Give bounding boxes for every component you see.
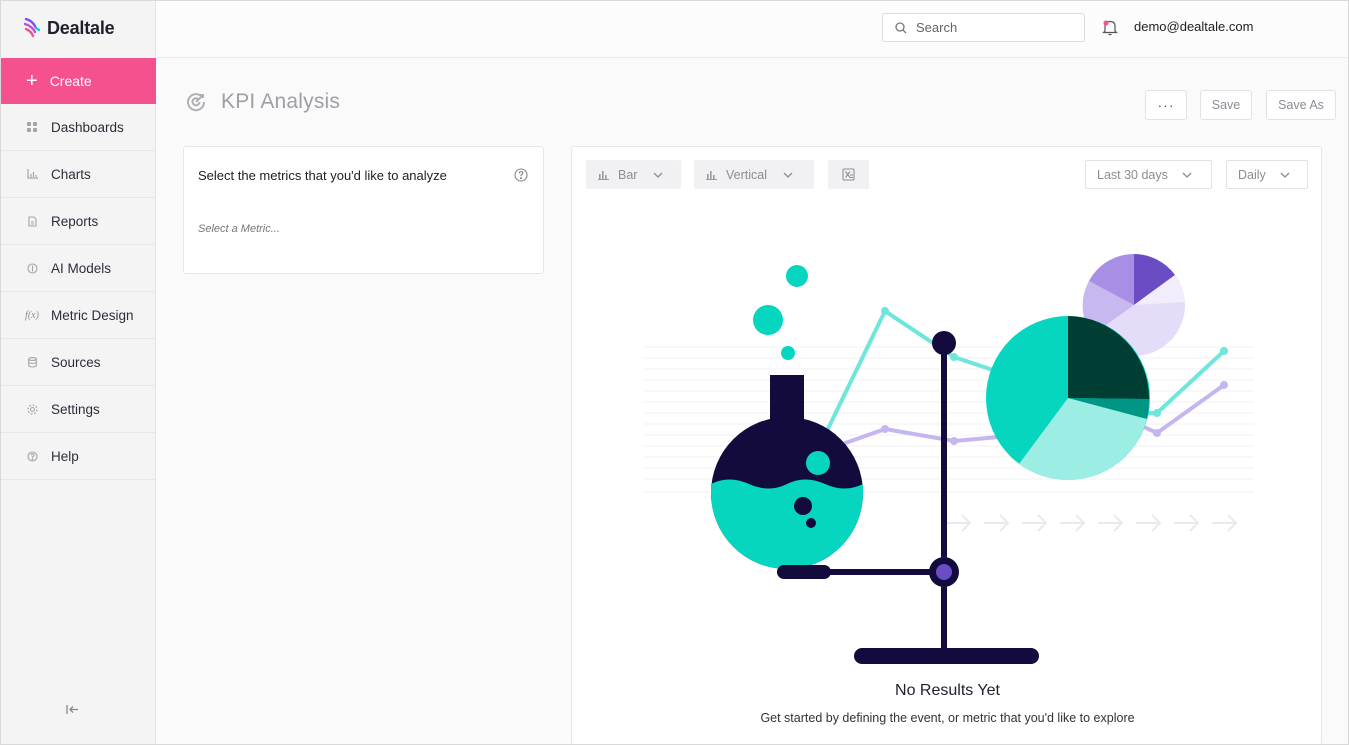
search-box[interactable] [882,13,1085,42]
plus-icon: + [26,70,38,92]
sidebar-item-sources[interactable]: Sources [0,339,156,386]
chart-type-dropdown[interactable]: Bar [586,160,681,189]
gear-icon [24,403,40,415]
logo[interactable]: Dealtale [24,16,115,40]
metric-selector[interactable]: Select a Metric... [198,223,280,235]
sidebar-item-dashboards[interactable]: Dashboards [0,104,156,151]
chart-panel: Bar Vertical Last 30 days Daily No Resul… [571,146,1322,745]
top-bar: demo@dealtale.com [156,0,1349,58]
search-icon [895,21,907,33]
database-icon [24,356,40,368]
collapse-left-icon [65,704,78,714]
sidebar-item-metric-design[interactable]: f(x) Metric Design [0,292,156,339]
collapse-sidebar-button[interactable] [63,700,81,718]
function-icon: f(x) [25,309,39,321]
export-excel-button[interactable] [828,160,869,189]
excel-icon [842,168,855,181]
sidebar-item-label: Reports [51,213,99,229]
bar-chart-icon [706,170,717,180]
sidebar: Dealtale + Create Dashboards Charts Repo… [0,0,156,745]
sidebar-item-label: Metric Design [51,307,134,323]
sidebar-item-label: Charts [51,166,91,182]
help-icon [514,168,528,182]
sidebar-item-label: AI Models [51,260,112,276]
sidebar-item-label: Sources [51,354,101,370]
more-options-button[interactable]: ··· [1145,90,1187,120]
sidebar-item-label: Dashboards [51,119,124,135]
chart-type-label: Bar [618,167,638,182]
chevron-down-icon [1280,172,1290,178]
target-icon [187,93,206,112]
grid-icon [24,122,40,132]
user-email[interactable]: demo@dealtale.com [1134,19,1253,34]
sidebar-item-settings[interactable]: Settings [0,386,156,433]
date-range-dropdown[interactable]: Last 30 days [1085,160,1212,189]
orientation-label: Vertical [726,167,767,182]
empty-state-title: No Results Yet [895,682,1000,699]
granularity-dropdown[interactable]: Daily [1226,160,1308,189]
app-name: Dealtale [47,17,115,38]
empty-state-subtitle: Get started by defining the event, or me… [760,711,1135,725]
metrics-help-button[interactable] [514,168,528,187]
save-as-button[interactable]: Save As [1266,90,1336,120]
create-button[interactable]: + Create [0,58,156,104]
sidebar-item-label: Help [51,448,79,464]
create-label: Create [49,73,92,89]
dealtale-logo-icon [24,17,41,38]
save-button[interactable]: Save [1200,90,1252,120]
metrics-panel: Select the metrics that you'd like to an… [183,146,544,274]
help-icon [24,450,40,462]
bar-chart-icon [24,169,40,179]
chevron-down-icon [653,172,663,178]
empty-state-illustration [644,254,1254,664]
bar-chart-icon [598,170,609,180]
notifications-button[interactable] [1102,19,1118,41]
metrics-panel-title: Select the metrics that you'd like to an… [198,168,447,183]
date-range-label: Last 30 days [1097,167,1168,182]
sidebar-item-charts[interactable]: Charts [0,151,156,198]
chevron-down-icon [783,172,793,178]
sidebar-item-help[interactable]: Help [0,433,156,480]
search-input[interactable] [916,20,1076,35]
document-icon [24,215,40,227]
sidebar-item-ai-models[interactable]: AI Models [0,245,156,292]
sidebar-item-label: Settings [51,401,100,417]
sidebar-nav: Dashboards Charts Reports AI Models f(x)… [0,104,156,480]
sidebar-item-reports[interactable]: Reports [0,198,156,245]
page-header: KPI Analysis [185,90,340,114]
chevron-down-icon [1182,172,1192,178]
ai-icon [24,262,40,274]
page-title: KPI Analysis [221,90,341,113]
granularity-label: Daily [1238,167,1266,182]
orientation-dropdown[interactable]: Vertical [694,160,814,189]
bell-icon [1102,20,1118,36]
